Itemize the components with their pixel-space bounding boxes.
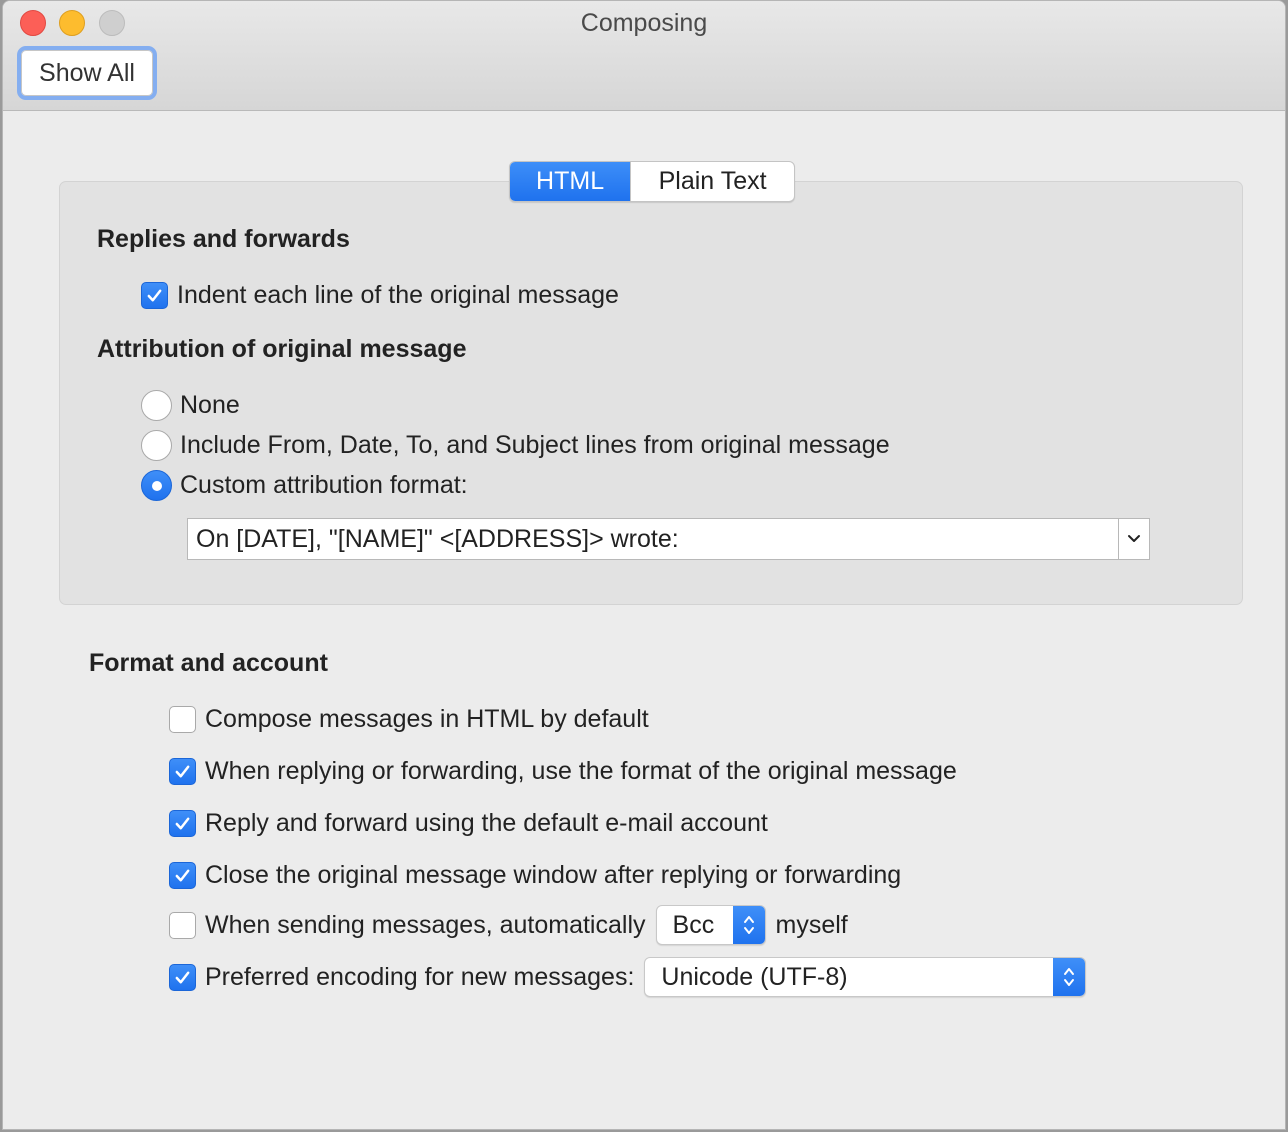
checkmark-icon — [147, 289, 162, 302]
indent-option[interactable]: Indent each line of the original message — [141, 281, 619, 310]
checkmark-icon — [175, 765, 190, 778]
radio-custom-label: Custom attribution format: — [180, 471, 468, 499]
window-title: Composing — [580, 9, 708, 37]
radio-headers-label: Include From, Date, To, and Subject line… — [180, 431, 890, 459]
attribution-option-none[interactable]: None — [141, 390, 240, 421]
auto-send-option[interactable]: When sending messages, automatically Bcc… — [169, 905, 848, 945]
custom-attribution-combobox[interactable]: On [DATE], "[NAME]" <[ADDRESS]> wrote: — [187, 518, 1150, 560]
checkmark-icon — [175, 817, 190, 830]
auto-send-checkbox[interactable] — [169, 911, 196, 939]
auto-send-suffix: myself — [775, 910, 848, 939]
original-format-label: When replying or forwarding, use the for… — [205, 757, 957, 785]
radio-dot-icon — [151, 480, 162, 491]
custom-attribution-input[interactable]: On [DATE], "[NAME]" <[ADDRESS]> wrote: — [188, 525, 1118, 554]
chevron-down-icon — [1128, 535, 1140, 542]
indent-checkbox[interactable] — [141, 282, 168, 309]
updown-arrows-icon — [1053, 958, 1086, 996]
original-format-option[interactable]: When replying or forwarding, use the for… — [169, 757, 957, 786]
radio-none-label: None — [180, 391, 240, 419]
checkmark-icon — [175, 971, 190, 983]
format-account-heading: Format and account — [89, 649, 328, 677]
title-bar: Composing Show All — [3, 1, 1285, 111]
replies-heading: Replies and forwards — [97, 225, 350, 253]
radio-custom[interactable] — [141, 470, 172, 501]
radio-none[interactable] — [141, 390, 172, 421]
attribution-option-custom[interactable]: Custom attribution format: — [141, 470, 468, 501]
encoding-popup[interactable]: Unicode (UTF-8) — [644, 957, 1087, 997]
auto-send-label: When sending messages, automatically — [205, 910, 646, 939]
auto-send-popup[interactable]: Bcc — [655, 905, 766, 945]
combobox-dropdown-button[interactable] — [1118, 519, 1149, 559]
encoding-option[interactable]: Preferred encoding for new messages: Uni… — [169, 957, 1087, 997]
encoding-label: Preferred encoding for new messages: — [205, 962, 635, 991]
compose-html-option[interactable]: Compose messages in HTML by default — [169, 705, 649, 734]
radio-headers[interactable] — [141, 430, 172, 461]
default-account-checkbox[interactable] — [169, 810, 196, 837]
default-account-label: Reply and forward using the default e-ma… — [205, 809, 768, 837]
original-format-checkbox[interactable] — [169, 758, 196, 785]
indent-label: Indent each line of the original message — [177, 281, 619, 309]
format-tab-control: HTML Plain Text — [509, 161, 795, 202]
attribution-option-headers[interactable]: Include From, Date, To, and Subject line… — [141, 430, 890, 461]
encoding-checkbox[interactable] — [169, 963, 196, 991]
show-all-button[interactable]: Show All — [17, 46, 157, 100]
preferences-window: Composing Show All HTML Plain Text Repli… — [2, 0, 1286, 1130]
tab-plain-text[interactable]: Plain Text — [630, 162, 794, 201]
compose-html-checkbox[interactable] — [169, 706, 196, 733]
attribution-heading: Attribution of original message — [97, 335, 467, 363]
default-account-option[interactable]: Reply and forward using the default e-ma… — [169, 809, 768, 838]
compose-html-label: Compose messages in HTML by default — [205, 705, 649, 733]
checkmark-icon — [175, 869, 190, 882]
close-original-label: Close the original message window after … — [205, 861, 902, 889]
encoding-popup-value: Unicode (UTF-8) — [661, 962, 848, 991]
updown-arrows-icon — [732, 906, 765, 944]
close-original-option[interactable]: Close the original message window after … — [169, 861, 901, 890]
close-original-checkbox[interactable] — [169, 862, 196, 889]
tab-html[interactable]: HTML — [510, 162, 631, 201]
auto-send-popup-value: Bcc — [672, 910, 715, 939]
